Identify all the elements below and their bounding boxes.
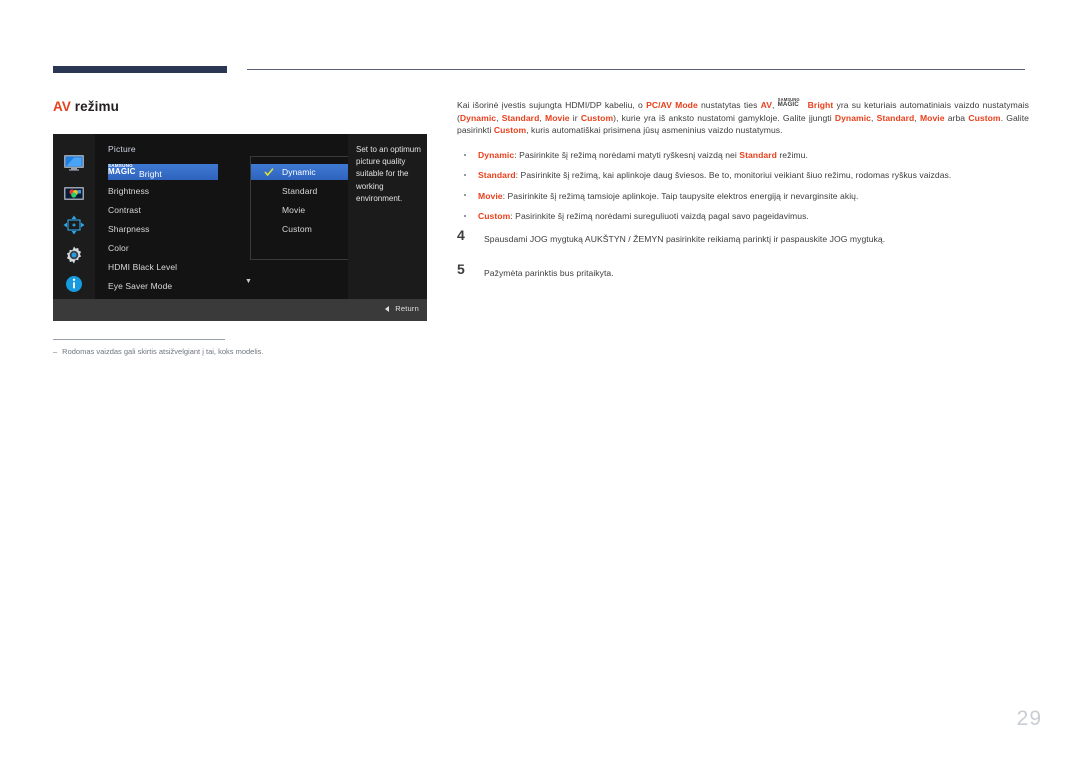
chevron-down-icon[interactable]: ▼ (245, 278, 252, 285)
check-icon (264, 167, 274, 177)
osd-screenshot: Picture SAMSUNG MAGIC Bright Brightness … (53, 134, 427, 321)
bullet-term: Movie (478, 190, 503, 201)
term-pcav-mode: PC/AV Mode (646, 100, 698, 110)
osd-menu-item-color[interactable]: Color (108, 240, 218, 256)
magicbright-inline-logo: SAMSUNG MAGIC (777, 97, 800, 108)
bullet-dot-icon (464, 153, 466, 156)
note-rule (53, 339, 225, 340)
term-custom-1: Custom (580, 112, 614, 123)
page-title-accent: AV (53, 99, 71, 114)
information-icon[interactable] (61, 274, 87, 294)
bullet-dot-icon (464, 214, 466, 217)
term-bright: Bright (807, 100, 834, 110)
osd-description-panel: Set to an optimum picture quality suitab… (348, 134, 427, 299)
term-dynamic-2: Dynamic (834, 112, 872, 123)
osd-panel-title: Picture (108, 144, 136, 154)
term-standard-1: Standard (501, 112, 540, 123)
page-number: 29 (1016, 707, 1042, 730)
list-item: Dynamic: Pasirinkite šį režimą norėdami … (457, 149, 1029, 161)
note-dash: ‒ (53, 347, 58, 356)
osd-menu-item-hdmi-black-level[interactable]: HDMI Black Level (108, 259, 233, 275)
bullet-dot-icon (464, 173, 466, 176)
page-title: AV režimu (53, 99, 119, 114)
note-text: Rodomas vaizdas gali skirtis atsižvelgia… (62, 347, 264, 356)
osd-menu-item-brightness[interactable]: Brightness (108, 183, 218, 199)
osd-footer-bar: Return (53, 299, 427, 321)
osd-menu-panel: Picture SAMSUNG MAGIC Bright Brightness … (95, 134, 382, 299)
osd-menu-item-eye-saver-mode[interactable]: Eye Saver Mode (108, 278, 218, 294)
osd-return-control[interactable]: Return (385, 304, 419, 313)
step-number: 5 (457, 261, 465, 277)
list-item: Standard: Pasirinkite šį režimą, kai apl… (457, 169, 1029, 181)
bullet-term: Custom (478, 211, 511, 222)
term-movie-2: Movie (919, 112, 945, 123)
osd-return-label: Return (395, 304, 419, 313)
left-arrow-icon (385, 305, 390, 312)
magic-logo-bright: Bright (139, 169, 162, 180)
mode-bullet-list: Dynamic: Pasirinkite šį režimą norėdami … (457, 149, 1029, 231)
step-item: 4 Spausdami JOG mygtuką AUKŠTYN / ŽEMYN … (457, 227, 1029, 254)
term-custom-3: Custom (493, 125, 527, 136)
term-movie-1: Movie (545, 112, 570, 123)
magic-logo-magic: MAGIC (108, 167, 136, 177)
body-column: Kai išorinė įvestis sujungta HDMI/DP kab… (457, 97, 1030, 278)
magic-logo: SAMSUNG MAGIC (108, 164, 139, 177)
term-custom-2: Custom (968, 112, 1001, 123)
step-text: Pažymėta parinktis bus pritaikyta. (484, 268, 614, 278)
list-item: Movie: Pasirinkite šį režimą tamsioje ap… (457, 190, 1029, 202)
page-title-rest: režimu (70, 99, 119, 114)
onscreen-display-icon[interactable] (61, 215, 87, 235)
step-number: 4 (457, 227, 465, 243)
note: ‒ Rodomas vaizdas gali skirtis atsižvelg… (53, 346, 403, 357)
bullet-term: Dynamic (478, 150, 515, 160)
magicbright-label: SAMSUNG MAGIC Bright (108, 164, 162, 180)
osd-icon-sidebar (53, 134, 95, 299)
term-dynamic-1: Dynamic (459, 112, 497, 123)
term-av: AV (760, 100, 773, 110)
picture-icon[interactable] (61, 184, 87, 204)
header-accent-bar (53, 66, 227, 73)
step-text: Spausdami JOG mygtuką AUKŠTYN / ŽEMYN pa… (484, 234, 886, 244)
bullet-dot-icon (464, 194, 466, 197)
intro-paragraph: Kai išorinė įvestis sujungta HDMI/DP kab… (457, 97, 1030, 136)
osd-menu-item-contrast[interactable]: Contrast (108, 202, 218, 218)
osd-menu-item-magicbright[interactable]: SAMSUNG MAGIC Bright (108, 164, 218, 180)
header-rule (247, 69, 1025, 70)
bullet-term-ref: Standard (739, 150, 777, 160)
system-gear-icon[interactable] (61, 245, 87, 265)
osd-menu-item-sharpness[interactable]: Sharpness (108, 221, 218, 237)
display-icon[interactable] (61, 152, 87, 172)
term-standard-2: Standard (876, 112, 915, 123)
numbered-steps: 4 Spausdami JOG mygtuką AUKŠTYN / ŽEMYN … (457, 227, 1029, 298)
list-item: Custom: Pasirinkite šį režimą norėdami s… (457, 210, 1029, 222)
bullet-term: Standard (478, 170, 516, 181)
step-item: 5 Pažymėta parinktis bus pritaikyta. (457, 261, 1029, 288)
